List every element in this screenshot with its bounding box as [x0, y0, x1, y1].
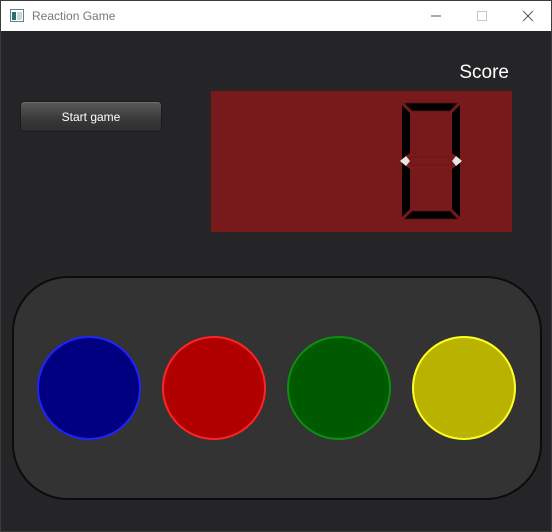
start-game-button[interactable]: Start game — [20, 101, 162, 132]
app-window: Reaction Game Start game Score 0 — [0, 0, 552, 532]
minimize-button[interactable] — [413, 1, 459, 31]
green-pad-button[interactable] — [287, 336, 391, 440]
score-label: Score — [459, 62, 509, 83]
window-title: Reaction Game — [32, 9, 116, 23]
yellow-pad-button[interactable] — [412, 336, 516, 440]
score-seven-segment-display: 0 — [400, 102, 462, 220]
app-icon — [10, 9, 24, 22]
maximize-icon — [477, 11, 487, 21]
score-panel: 0 — [211, 91, 512, 232]
game-area: Start game Score 0 — [1, 31, 551, 531]
minimize-icon — [431, 15, 441, 17]
blue-pad-button[interactable] — [37, 336, 141, 440]
title-bar[interactable]: Reaction Game — [1, 1, 551, 31]
close-button[interactable] — [505, 1, 551, 31]
red-pad-button[interactable] — [162, 336, 266, 440]
close-icon — [522, 10, 534, 22]
maximize-button[interactable] — [459, 1, 505, 31]
